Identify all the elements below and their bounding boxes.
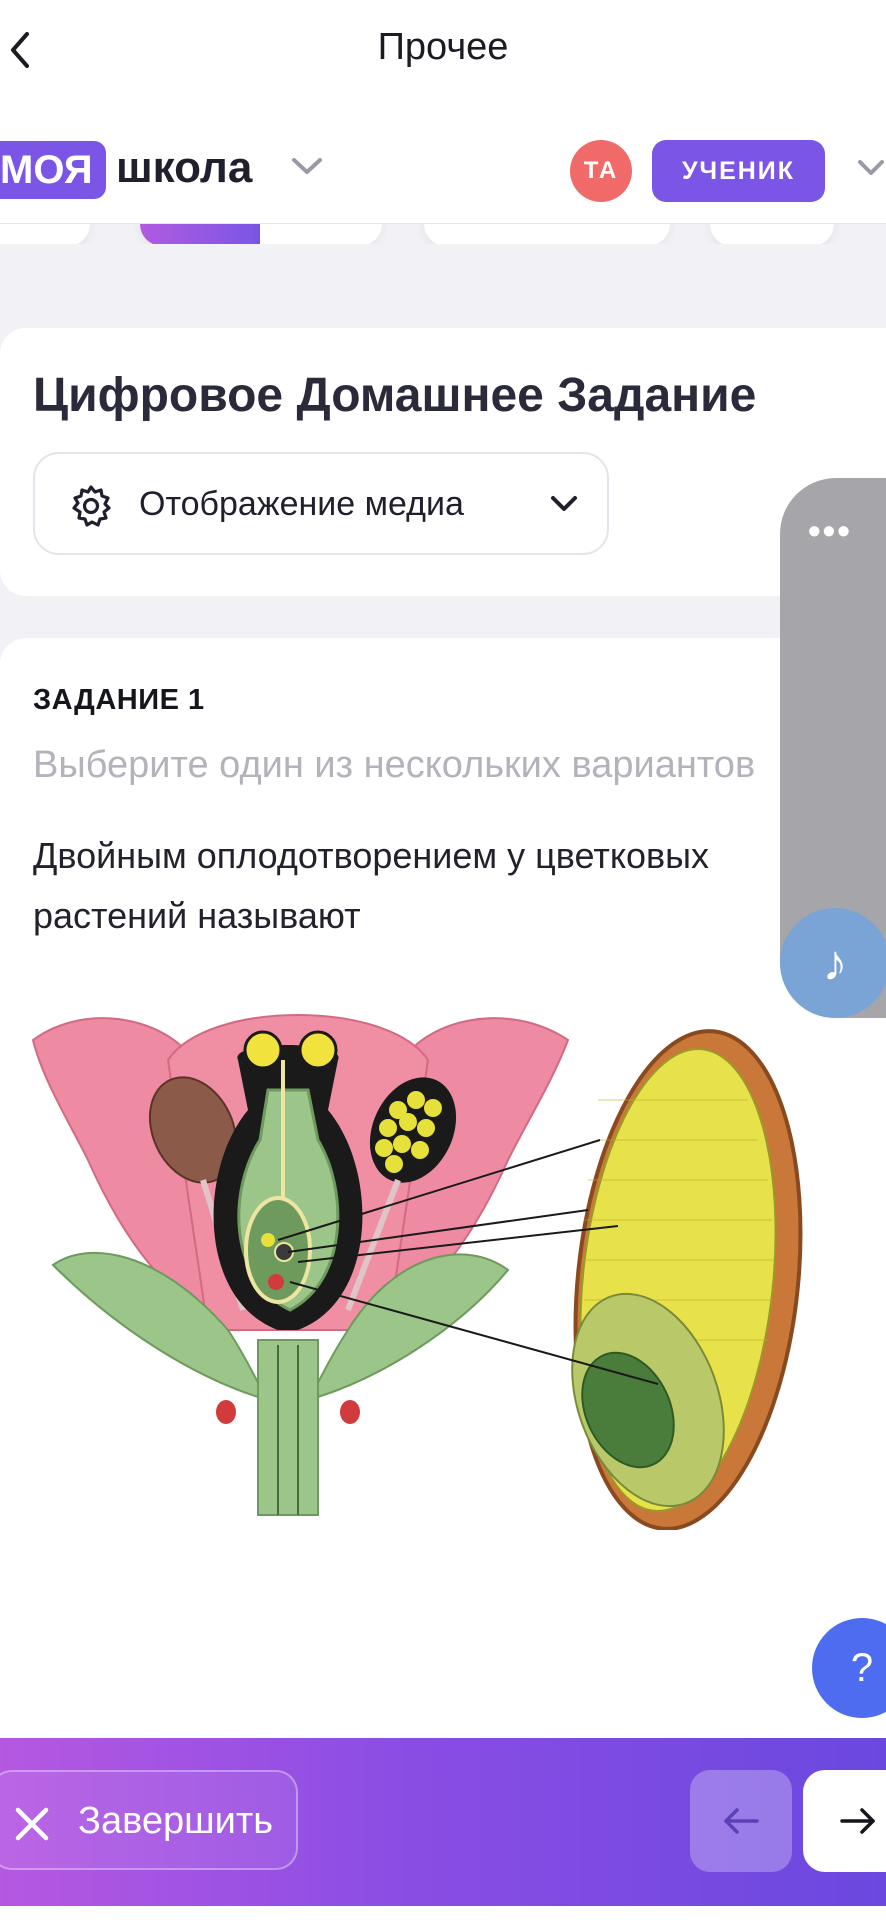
tab-chip[interactable]: [0, 224, 90, 244]
task-hint: Выберите один из нескольких вариантов: [33, 744, 756, 786]
tab-chip[interactable]: [424, 224, 670, 244]
finish-button[interactable]: Завершить: [0, 1770, 298, 1870]
page-title: Цифровое Домашнее Задание: [33, 369, 757, 422]
top-app-bar: Прочее: [0, 0, 886, 100]
arrow-right-icon: [840, 1808, 875, 1834]
chevron-down-icon: [551, 496, 577, 511]
chevron-down-icon[interactable]: [290, 156, 324, 178]
tab-strip: [0, 224, 886, 244]
gear-icon: [72, 485, 111, 527]
media-display-dropdown[interactable]: Отображение медиа: [33, 452, 609, 555]
flower-seed-illustration: [31, 1014, 803, 1530]
avatar[interactable]: ТА: [570, 140, 632, 202]
previous-button[interactable]: [690, 1770, 792, 1872]
tab-chip[interactable]: [260, 224, 382, 244]
role-badge[interactable]: УЧЕНИК: [652, 140, 825, 202]
close-icon: [15, 1807, 49, 1841]
next-button[interactable]: [803, 1770, 886, 1872]
more-menu-icon[interactable]: •••: [808, 510, 852, 552]
finish-button-label: Завершить: [78, 1800, 274, 1842]
task-question: Двойным оплодотворением у цветковых раст…: [33, 835, 710, 936]
tab-chip[interactable]: [710, 224, 834, 244]
arrow-left-icon: [724, 1808, 759, 1834]
music-note-icon[interactable]: ♪: [780, 908, 886, 1018]
tab-chip-active[interactable]: [140, 224, 260, 244]
bottom-safe-area: [0, 1906, 886, 1920]
brand-logo-shkola[interactable]: школа: [116, 138, 252, 198]
task-number: ЗАДАНИЕ 1: [33, 684, 205, 716]
screen-title: Прочее: [377, 26, 509, 68]
brand-logo-moya[interactable]: МОЯ: [0, 141, 106, 199]
role-chevron-down-icon[interactable]: [856, 158, 886, 180]
media-dropdown-label: Отображение медиа: [139, 485, 464, 523]
